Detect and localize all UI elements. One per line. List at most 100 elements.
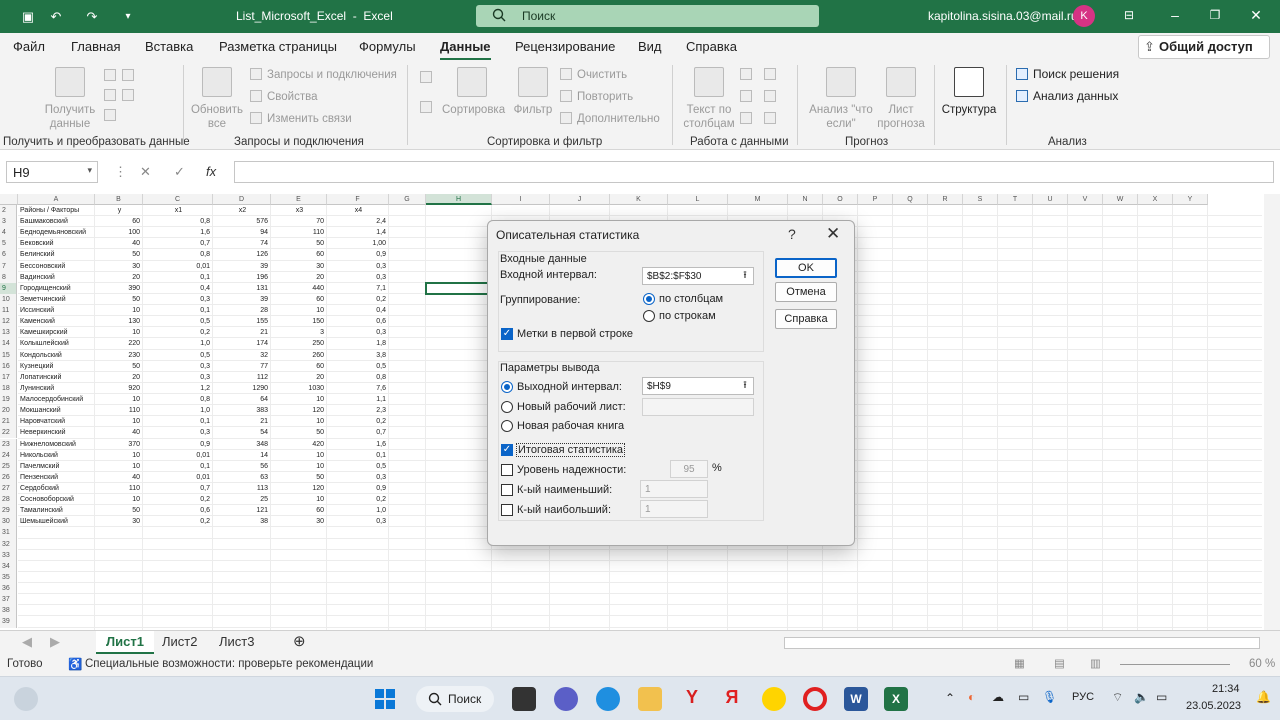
table-cell[interactable]: Вадинский <box>20 272 94 283</box>
tab-sheet1[interactable]: Лист1 <box>96 631 154 654</box>
table-cell[interactable]: 54 <box>215 427 270 438</box>
new-sheet-radio[interactable] <box>501 401 513 413</box>
table-header-cell[interactable]: y <box>97 205 142 216</box>
table-cell[interactable]: 64 <box>215 394 270 405</box>
table-cell[interactable]: Бековский <box>20 238 94 249</box>
table-cell[interactable]: 113 <box>215 483 270 494</box>
table-cell[interactable]: 110 <box>97 405 142 416</box>
opera-icon[interactable] <box>803 687 827 711</box>
table-cell[interactable]: Беднодемьяновский <box>20 227 94 238</box>
minimize-icon[interactable]: – <box>1168 8 1182 22</box>
table-cell[interactable]: 0,3 <box>329 472 388 483</box>
table-cell[interactable]: 121 <box>215 505 270 516</box>
table-cell[interactable]: 250 <box>273 338 326 349</box>
table-cell[interactable]: Сердобский <box>20 483 94 494</box>
column-header[interactable]: U <box>1033 194 1068 205</box>
table-cell[interactable]: 0,6 <box>145 505 212 516</box>
row-header[interactable]: 26 <box>0 471 17 483</box>
data-analysis-button[interactable]: Анализ данных <box>1016 89 1118 103</box>
prev-sheet-icon[interactable]: ◀ <box>22 631 32 654</box>
table-cell[interactable]: 0,2 <box>145 516 212 527</box>
help-icon[interactable]: ? <box>788 226 796 242</box>
table-cell[interactable]: 0,7 <box>145 483 212 494</box>
table-cell[interactable]: 0,7 <box>145 238 212 249</box>
from-web-button[interactable] <box>122 69 139 82</box>
task-view-icon[interactable] <box>512 687 536 711</box>
refresh-all-button[interactable]: Обновить все <box>188 67 246 131</box>
table-cell[interactable]: 0,5 <box>329 461 388 472</box>
table-cell[interactable]: Наровчатский <box>20 416 94 427</box>
table-cell[interactable]: 39 <box>215 294 270 305</box>
table-cell[interactable]: 1,0 <box>329 505 388 516</box>
new-sheet-field[interactable] <box>642 398 754 416</box>
table-cell[interactable]: Никольский <box>20 450 94 461</box>
table-cell[interactable]: 10 <box>273 494 326 505</box>
row-header[interactable]: 24 <box>0 449 17 461</box>
wifi-icon[interactable]: ⌔ <box>1112 690 1123 705</box>
table-cell[interactable]: 120 <box>273 405 326 416</box>
table-cell[interactable]: 7,6 <box>329 383 388 394</box>
table-cell[interactable]: 50 <box>97 505 142 516</box>
add-sheet-icon[interactable]: ⊕ <box>293 631 306 654</box>
table-cell[interactable]: 1,8 <box>329 338 388 349</box>
excel-icon[interactable]: X <box>884 687 908 711</box>
table-cell[interactable]: 50 <box>273 238 326 249</box>
table-cell[interactable]: 56 <box>215 461 270 472</box>
tray-monitor-icon[interactable]: ▭ <box>1018 690 1029 704</box>
table-cell[interactable]: 1,0 <box>145 338 212 349</box>
ribbon-display-icon[interactable]: ⊟ <box>1122 8 1136 22</box>
table-cell[interactable]: 10 <box>273 305 326 316</box>
maximize-icon[interactable]: ❐ <box>1208 8 1222 22</box>
table-cell[interactable]: 196 <box>215 272 270 283</box>
table-cell[interactable]: 30 <box>273 516 326 527</box>
table-cell[interactable]: 0,01 <box>145 472 212 483</box>
row-header[interactable]: 39 <box>0 616 17 628</box>
table-cell[interactable]: 126 <box>215 249 270 260</box>
column-header[interactable]: P <box>858 194 893 205</box>
insert-function-icon[interactable]: fx <box>206 164 216 179</box>
table-cell[interactable]: 220 <box>97 338 142 349</box>
table-cell[interactable]: 0,7 <box>329 427 388 438</box>
yandex-icon[interactable]: Y <box>680 687 704 711</box>
table-cell[interactable]: 60 <box>273 505 326 516</box>
volume-icon[interactable]: 🔈 <box>1134 690 1149 704</box>
row-header[interactable]: 13 <box>0 327 17 339</box>
table-cell[interactable]: 63 <box>215 472 270 483</box>
table-cell[interactable]: 3,8 <box>329 350 388 361</box>
column-header[interactable]: A <box>18 194 95 205</box>
table-cell[interactable]: 21 <box>215 327 270 338</box>
table-cell[interactable]: 50 <box>97 249 142 260</box>
table-cell[interactable]: 94 <box>215 227 270 238</box>
row-header[interactable]: 38 <box>0 605 17 617</box>
battery-icon[interactable]: ▭ <box>1156 690 1167 704</box>
word-icon[interactable]: W <box>844 687 868 711</box>
table-cell[interactable]: 1,6 <box>329 439 388 450</box>
tab-sheet3[interactable]: Лист3 <box>219 631 254 654</box>
table-cell[interactable]: 74 <box>215 238 270 249</box>
data-validation-button[interactable] <box>740 90 757 103</box>
table-cell[interactable]: 383 <box>215 405 270 416</box>
output-range-radio[interactable] <box>501 381 513 393</box>
page-break-icon[interactable]: ▥ <box>1090 656 1101 670</box>
table-cell[interactable]: 10 <box>97 416 142 427</box>
column-header[interactable]: T <box>998 194 1033 205</box>
table-cell[interactable]: 0,01 <box>145 450 212 461</box>
table-cell[interactable]: 60 <box>273 249 326 260</box>
flash-fill-button[interactable] <box>740 68 757 81</box>
table-cell[interactable]: 1030 <box>273 383 326 394</box>
table-cell[interactable]: 10 <box>273 394 326 405</box>
table-cell[interactable]: 10 <box>97 327 142 338</box>
row-header[interactable]: 25 <box>0 460 17 472</box>
row-header[interactable]: 20 <box>0 405 17 417</box>
table-cell[interactable]: 370 <box>97 439 142 450</box>
table-cell[interactable]: 0,4 <box>329 305 388 316</box>
table-cell[interactable]: 130 <box>97 316 142 327</box>
vertical-scrollbar[interactable] <box>1264 194 1280 630</box>
table-cell[interactable]: 1,1 <box>329 394 388 405</box>
column-header[interactable]: N <box>788 194 823 205</box>
column-header[interactable]: F <box>327 194 389 205</box>
clock-date[interactable]: 23.05.2023 <box>1186 700 1241 712</box>
table-cell[interactable]: 7,1 <box>329 283 388 294</box>
column-header[interactable]: L <box>668 194 728 205</box>
table-cell[interactable]: Кондольский <box>20 350 94 361</box>
